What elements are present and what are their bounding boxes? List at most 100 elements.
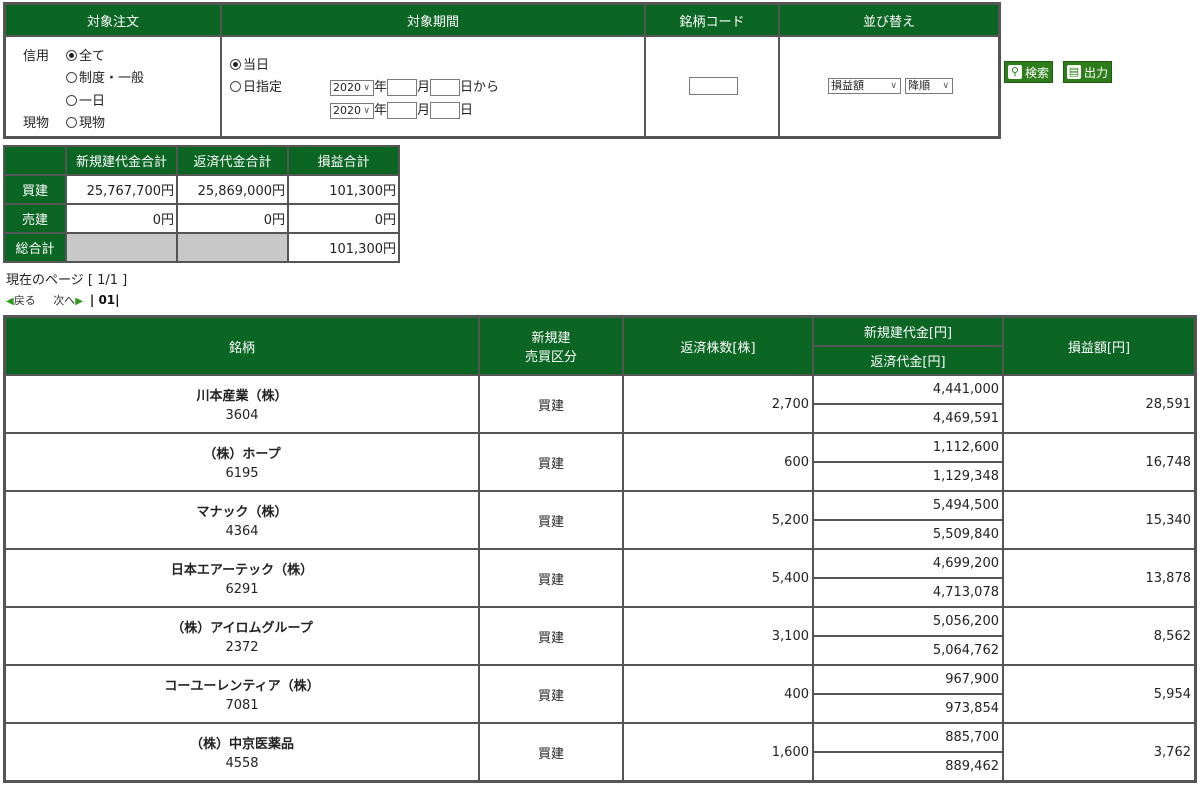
stock-name-cell: （株）中京医薬品 4558 [5, 723, 479, 781]
open-amount-value: 967,900 [813, 665, 1003, 694]
code-input[interactable] [689, 77, 738, 95]
order-type-cell: 信用 全て 制度・一般 一日 現物 現物 [5, 36, 221, 137]
table-row: （株）アイロムグループ 2372 買建 3,100 5,056,200 8,562 [5, 607, 1195, 665]
radio-selected-icon [230, 59, 241, 70]
credit-label: 信用 [23, 49, 50, 64]
prev-link[interactable]: ◀戻る [6, 294, 36, 307]
stock-name[interactable]: （株）ホープ [7, 443, 477, 462]
table-row: マナック（株） 4364 買建 5,200 5,494,500 15,340 [5, 491, 1195, 549]
trade-side: 買建 [479, 723, 623, 781]
sort-controls: 損益額 ∨ 降順 ∨ [828, 78, 954, 94]
col-open-amount: 新規建代金[円] [813, 317, 1003, 346]
table-row: （株）中京医薬品 4558 買建 1,600 885,700 3,762 [5, 723, 1195, 781]
month-from-input[interactable] [387, 79, 418, 96]
pnl-value: 8,562 [1003, 607, 1195, 665]
summary-row-short: 売建 0円 0円 0円 [4, 204, 399, 233]
col-side: 新規建 売買区分 [479, 317, 623, 375]
period-cell: 当日 日指定 2020 ∨ 年月日から 2020 ∨ 年月日 [221, 36, 645, 137]
stock-name[interactable]: （株）中京医薬品 [7, 733, 477, 752]
close-amount-value: 4,713,078 [813, 578, 1003, 607]
pnl-value: 15,340 [1003, 491, 1195, 549]
radio-specify-date[interactable]: 日指定 [230, 76, 282, 95]
stock-name-cell: コーユーレンティア（株） 7081 [5, 665, 479, 723]
summary-row-long: 買建 25,767,700円 25,869,000円 101,300円 [4, 175, 399, 204]
summary-col-open-total: 新規建代金合計 [66, 146, 177, 175]
table-row: 日本エアーテック（株） 6291 買建 5,400 4,699,200 13,878 [5, 549, 1195, 607]
pnl-value: 5,954 [1003, 665, 1195, 723]
summary-total-value: 101,300円 [288, 233, 399, 262]
header-code: 銘柄コード [645, 4, 779, 36]
code-cell [645, 36, 779, 137]
day-to-input[interactable] [430, 102, 461, 119]
radio-standard[interactable]: 制度・一般 [66, 67, 144, 86]
header-period: 対象期間 [221, 4, 645, 36]
page-number-current: | 01| [89, 293, 120, 307]
close-amount-value: 4,469,591 [813, 404, 1003, 433]
printer-icon: ▤ [1067, 65, 1081, 79]
stock-code: 4558 [225, 756, 259, 771]
stock-name-cell: （株）アイロムグループ 2372 [5, 607, 479, 665]
pager: ◀戻る 次へ▶ | 01| [6, 292, 120, 308]
radio-today[interactable]: 当日 [230, 54, 269, 73]
col-name: 銘柄 [5, 317, 479, 375]
filter-table: 対象注文 対象期間 銘柄コード 並び替え 信用 全て 制度・一般 一日 現物 現… [3, 2, 1001, 139]
search-button[interactable]: ⚲ 検索 [1004, 61, 1054, 83]
open-amount-value: 5,494,500 [813, 491, 1003, 520]
month-to-input[interactable] [387, 102, 418, 119]
stock-code: 3604 [225, 408, 259, 423]
stock-name[interactable]: コーユーレンティア（株） [7, 675, 477, 694]
stock-name[interactable]: 川本産業（株） [7, 385, 477, 404]
trade-side: 買建 [479, 491, 623, 549]
sort-key-select[interactable]: 損益額 ∨ [828, 78, 901, 94]
shares-value: 2,700 [623, 375, 813, 433]
radio-icon [66, 117, 77, 128]
stock-code: 6291 [225, 582, 259, 597]
table-row: コーユーレンティア（株） 7081 買建 400 967,900 5,954 [5, 665, 1195, 723]
date-from-row: 2020 ∨ 年月日から [330, 76, 499, 96]
radio-icon [66, 95, 77, 106]
pnl-value: 16,748 [1003, 433, 1195, 491]
sort-cell: 損益額 ∨ 降順 ∨ [779, 36, 999, 137]
pnl-value: 13,878 [1003, 549, 1195, 607]
close-amount-value: 1,129,348 [813, 462, 1003, 491]
next-link[interactable]: 次へ▶ [53, 294, 83, 307]
stock-name[interactable]: （株）アイロムグループ [7, 617, 477, 636]
table-row: 川本産業（株） 3604 買建 2,700 4,441,000 28,591 [5, 375, 1195, 433]
year-from-select[interactable]: 2020 ∨ [330, 79, 374, 96]
open-amount-value: 885,700 [813, 723, 1003, 752]
close-amount-value: 889,462 [813, 752, 1003, 781]
search-icon: ⚲ [1008, 65, 1022, 79]
pnl-value: 3,762 [1003, 723, 1195, 781]
stock-code: 7081 [225, 698, 259, 713]
trade-side: 買建 [479, 665, 623, 723]
stock-name-cell: （株）ホープ 6195 [5, 433, 479, 491]
sort-order-select[interactable]: 降順 ∨ [905, 78, 954, 94]
summary-col-close-total: 返済代金合計 [177, 146, 288, 175]
radio-day[interactable]: 一日 [66, 90, 105, 109]
stock-name[interactable]: マナック（株） [7, 501, 477, 520]
radio-cash[interactable]: 現物 [66, 112, 105, 131]
open-amount-value: 5,056,200 [813, 607, 1003, 636]
shares-value: 5,200 [623, 491, 813, 549]
shares-value: 3,100 [623, 607, 813, 665]
day-from-input[interactable] [430, 79, 461, 96]
radio-icon [230, 81, 241, 92]
open-amount-value: 1,112,600 [813, 433, 1003, 462]
col-close-amount: 返済代金[円] [813, 346, 1003, 375]
radio-selected-icon [66, 50, 77, 61]
open-amount-value: 4,699,200 [813, 549, 1003, 578]
summary-col-pnl-total: 損益合計 [288, 146, 399, 175]
trade-side: 買建 [479, 607, 623, 665]
radio-all[interactable]: 全て [66, 45, 105, 64]
trade-side: 買建 [479, 375, 623, 433]
close-amount-value: 5,064,762 [813, 636, 1003, 665]
stock-code: 2372 [225, 640, 259, 655]
stock-code: 4364 [225, 524, 259, 539]
year-to-select[interactable]: 2020 ∨ [330, 102, 374, 119]
table-row: （株）ホープ 6195 買建 600 1,112,600 16,748 [5, 433, 1195, 491]
stock-code: 6195 [225, 466, 259, 481]
cash-label: 現物 [23, 116, 50, 131]
radio-icon [66, 72, 77, 83]
stock-name[interactable]: 日本エアーテック（株） [7, 559, 477, 578]
export-button[interactable]: ▤ 出力 [1063, 61, 1113, 83]
